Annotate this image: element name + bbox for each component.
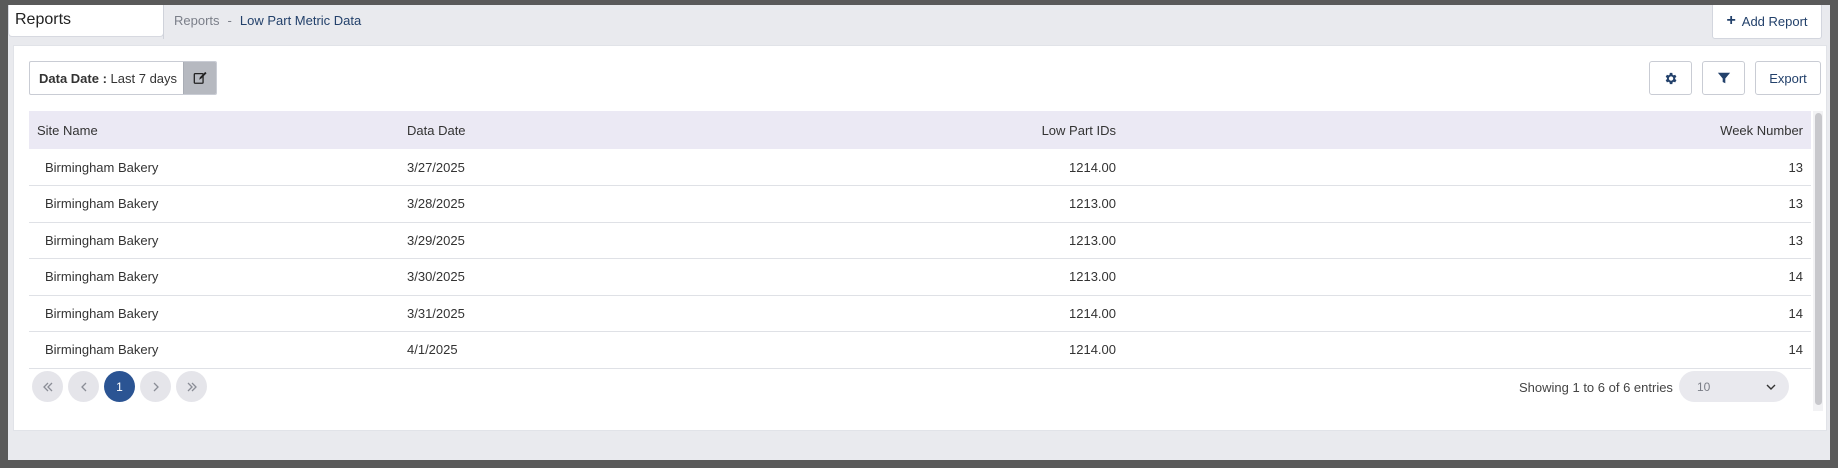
cell-data-date: 3/29/2025 — [399, 222, 819, 259]
filter-button[interactable] — [1702, 61, 1745, 95]
cell-site-name: Birmingham Bakery — [29, 149, 399, 186]
table-header-row: Site Name Data Date Low Part IDs Week Nu… — [29, 111, 1811, 149]
settings-button[interactable] — [1649, 61, 1692, 95]
cell-low-part-ids: 1213.00 — [819, 185, 1124, 223]
cell-site-name: Birmingham Bakery — [29, 331, 399, 369]
date-filter-key: Data Date : — [39, 71, 107, 86]
add-report-label: Add Report — [1741, 13, 1808, 29]
cell-data-date: 4/1/2025 — [399, 331, 819, 369]
cell-low-part-ids: 1214.00 — [819, 295, 1124, 332]
last-page-button[interactable] — [176, 371, 207, 402]
filter-icon — [1717, 72, 1730, 84]
cell-low-part-ids: 1213.00 — [819, 258, 1124, 296]
cell-data-date: 3/31/2025 — [399, 295, 819, 332]
cell-site-name: Birmingham Bakery — [29, 185, 399, 223]
cell-low-part-ids: 1213.00 — [819, 222, 1124, 259]
date-filter[interactable]: Data Date : Last 7 days — [29, 61, 217, 95]
table-row[interactable]: Birmingham Bakery 3/29/2025 1213.00 13 — [29, 222, 1811, 259]
page-size-select[interactable]: 10 — [1679, 371, 1789, 402]
cell-low-part-ids: 1214.00 — [819, 331, 1124, 369]
edit-icon — [193, 71, 207, 84]
data-table: Site Name Data Date Low Part IDs Week Nu… — [29, 111, 1811, 369]
cell-week-number: 14 — [1124, 258, 1811, 296]
table-row[interactable]: Birmingham Bakery 3/31/2025 1214.00 14 — [29, 295, 1811, 332]
breadcrumb-separator: - — [227, 13, 232, 28]
cell-week-number: 14 — [1124, 331, 1811, 369]
table-row[interactable]: Birmingham Bakery 4/1/2025 1214.00 14 — [29, 331, 1811, 369]
cell-data-date: 3/28/2025 — [399, 185, 819, 223]
export-button[interactable]: Export — [1755, 61, 1821, 95]
breadcrumb-current: Low Part Metric Data — [239, 13, 362, 28]
add-report-button[interactable]: + Add Report — [1712, 5, 1822, 39]
page-title: Reports — [8, 5, 164, 37]
gear-icon — [1665, 72, 1677, 84]
top-bar: Reports Reports - Low Part Metric Data +… — [8, 5, 1830, 45]
page-1-button[interactable]: 1 — [104, 371, 135, 402]
data-table-container: Site Name Data Date Low Part IDs Week Nu… — [29, 111, 1811, 381]
chevron-left-icon — [80, 382, 86, 391]
double-chevron-right-icon — [187, 382, 197, 391]
cell-site-name: Birmingham Bakery — [29, 222, 399, 259]
breadcrumb: Reports - Low Part Metric Data — [163, 5, 361, 39]
page-size-value: 10 — [1697, 379, 1711, 394]
chevron-down-icon — [1766, 384, 1776, 390]
double-chevron-left-icon — [42, 382, 52, 391]
cell-data-date: 3/27/2025 — [399, 149, 819, 186]
next-page-button[interactable] — [140, 371, 171, 402]
cell-week-number: 14 — [1124, 295, 1811, 332]
date-filter-value: Last 7 days — [110, 71, 178, 86]
date-filter-label: Data Date : Last 7 days — [30, 62, 183, 94]
pagination: 1 — [32, 371, 207, 402]
cell-low-part-ids: 1214.00 — [819, 149, 1124, 186]
cell-week-number: 13 — [1124, 222, 1811, 259]
entries-summary: Showing 1 to 6 of 6 entries — [1519, 380, 1673, 395]
column-header-site-name[interactable]: Site Name — [29, 111, 399, 149]
app-window: Reports Reports - Low Part Metric Data +… — [0, 0, 1838, 468]
scrollbar-thumb[interactable] — [1815, 113, 1822, 405]
breadcrumb-reports[interactable]: Reports — [174, 13, 220, 39]
cell-data-date: 3/30/2025 — [399, 258, 819, 296]
table-row[interactable]: Birmingham Bakery 3/30/2025 1213.00 14 — [29, 258, 1811, 296]
chevron-right-icon — [153, 382, 159, 391]
footer-area — [8, 433, 1830, 460]
table-row[interactable]: Birmingham Bakery 3/28/2025 1213.00 13 — [29, 185, 1811, 223]
column-header-low-part-ids[interactable]: Low Part IDs — [819, 111, 1124, 149]
first-page-button[interactable] — [32, 371, 63, 402]
cell-site-name: Birmingham Bakery — [29, 295, 399, 332]
column-header-data-date[interactable]: Data Date — [399, 111, 819, 149]
cell-week-number: 13 — [1124, 149, 1811, 186]
cell-site-name: Birmingham Bakery — [29, 258, 399, 296]
previous-page-button[interactable] — [68, 371, 99, 402]
report-panel: Data Date : Last 7 days Export Site Name… — [13, 45, 1827, 431]
plus-icon: + — [1726, 12, 1736, 29]
vertical-scrollbar[interactable] — [1813, 111, 1823, 411]
cell-week-number: 13 — [1124, 185, 1811, 223]
edit-date-button[interactable] — [183, 62, 216, 94]
table-row[interactable]: Birmingham Bakery 3/27/2025 1214.00 13 — [29, 149, 1811, 186]
column-header-week-number[interactable]: Week Number — [1124, 111, 1811, 149]
